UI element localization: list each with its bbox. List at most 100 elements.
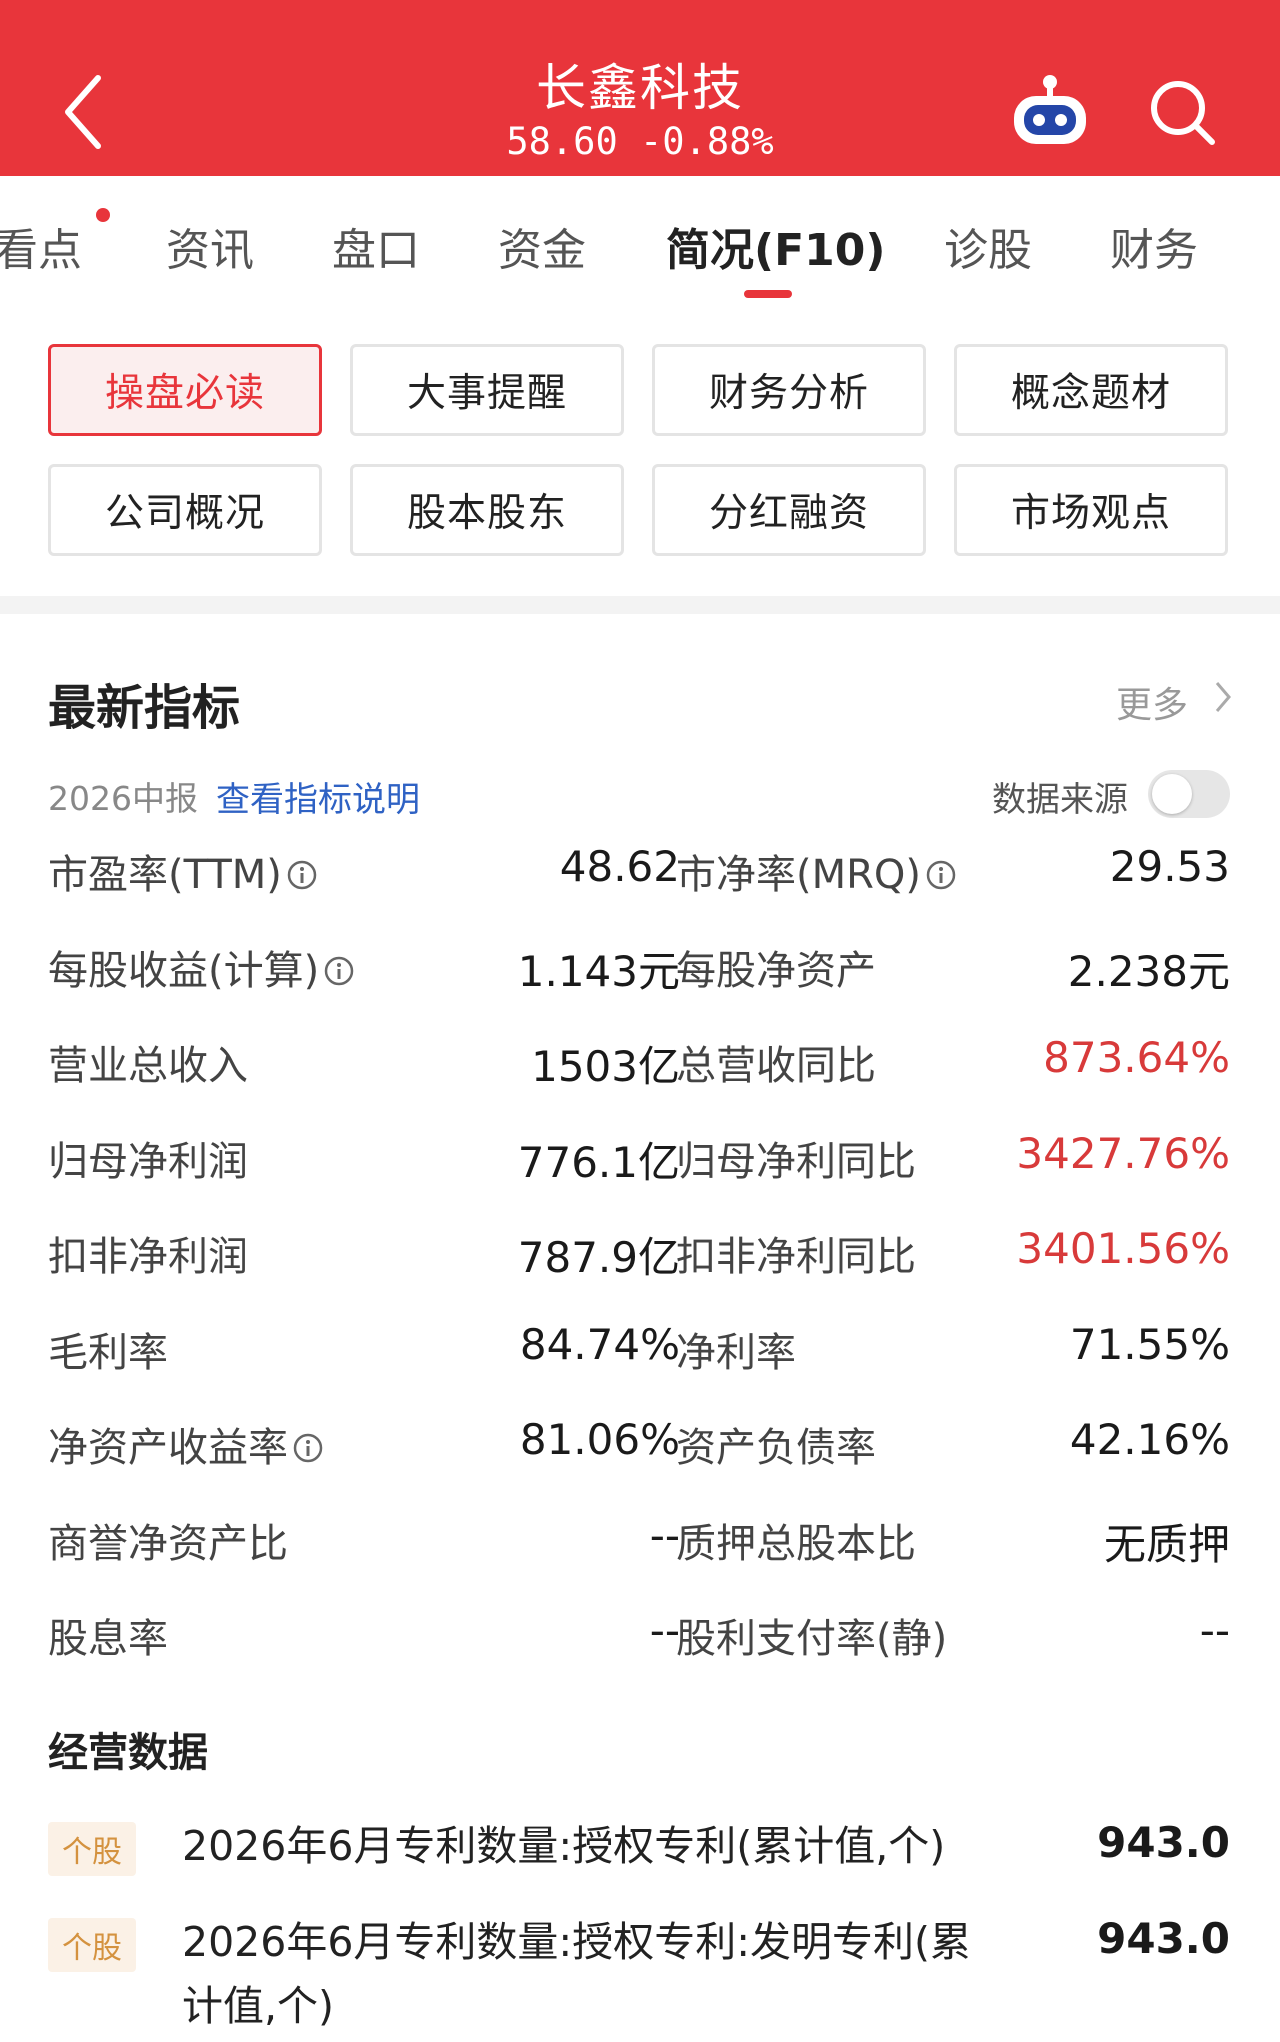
indicator-explanation-link[interactable]: 查看指标说明	[216, 772, 420, 821]
indicator-label-text: 商誉净资产比	[48, 1520, 288, 1567]
unread-dot	[96, 208, 110, 222]
indicator-label: 商誉净资产比	[48, 1511, 288, 1569]
indicator-row: 归母净利润 776.1亿 归母净利同比 3427.76%	[0, 1129, 1280, 1199]
indicator-value: 81.06%	[519, 1415, 680, 1464]
indicator-label: 质押总股本比	[676, 1511, 916, 1569]
indicator-label: 毛利率	[48, 1320, 168, 1378]
tab-highlights[interactable]: 看点	[0, 214, 82, 278]
data-source-label: 数据来源	[992, 780, 1128, 820]
indicator-label-text: 净资产收益率	[48, 1425, 288, 1471]
tab-diagnosis[interactable]: 诊股	[944, 214, 1032, 278]
tab-financials[interactable]: 财务	[1110, 214, 1198, 278]
report-period: 2026中报	[48, 779, 198, 818]
toggle-knob	[1152, 774, 1192, 814]
shortcut-trading-essentials[interactable]: 操盘必读	[48, 344, 322, 436]
tab-bar: 看点 资讯 盘口 资金 简况(F10) 诊股 财务	[0, 176, 1280, 310]
shortcut-company-overview[interactable]: 公司概况	[48, 464, 322, 556]
tab-order-book[interactable]: 盘口	[332, 214, 420, 278]
indicator-row: 市盈率(TTM) 48.62 市净率(MRQ) 29.53	[0, 842, 1280, 912]
operation-description: 2026年6月专利数量:授权专利:发明专利(累计值,个)	[182, 1918, 972, 2030]
indicator-row: 商誉净资产比 -- 质押总股本比 无质押	[0, 1511, 1280, 1581]
tab-news[interactable]: 资讯	[166, 214, 254, 278]
indicator-label-text: 资产负债率	[676, 1425, 876, 1471]
indicator-value: 873.64%	[1043, 1033, 1230, 1082]
indicator-value: 2.238元	[1067, 946, 1230, 996]
indicator-row: 股息率 -- 股利支付率(静) --	[0, 1606, 1280, 1676]
indicator-value: 42.16%	[1069, 1415, 1230, 1464]
indicator-label-text: 毛利率	[48, 1329, 168, 1376]
shortcut-market-views[interactable]: 市场观点	[954, 464, 1228, 556]
info-icon[interactable]	[286, 855, 318, 890]
section-divider	[0, 596, 1280, 614]
indicator-label-text: 质押总股本比	[676, 1520, 916, 1567]
stock-tag: 个股	[48, 1918, 136, 1972]
indicator-label: 市盈率(TTM)	[48, 842, 318, 900]
indicator-label: 净资产收益率	[48, 1415, 324, 1473]
indicator-value: 776.1亿	[517, 1137, 680, 1187]
active-tab-indicator	[744, 290, 792, 298]
indicator-value: 3401.56%	[1016, 1224, 1230, 1273]
section-title-operations: 经营数据	[48, 1730, 208, 1776]
shortcut-shareholders[interactable]: 股本股东	[350, 464, 624, 556]
shortcut-event-reminders[interactable]: 大事提醒	[350, 344, 624, 436]
info-icon[interactable]	[323, 951, 355, 985]
indicator-value: 787.9亿	[517, 1233, 680, 1282]
data-source-toggle[interactable]	[1148, 770, 1230, 818]
indicator-value: 71.55%	[1069, 1319, 1230, 1369]
robot-assistant-icon[interactable]	[1008, 72, 1092, 148]
app-header: 长鑫科技 58.60 -0.88%	[0, 0, 1280, 176]
indicator-label: 扣非净利润	[48, 1224, 248, 1282]
indicator-label-text: 扣非净利同比	[676, 1234, 916, 1280]
indicator-label-text: 归母净利同比	[676, 1138, 916, 1185]
indicator-value: 1.143元	[517, 946, 680, 996]
indicator-label: 总营收同比	[676, 1033, 876, 1091]
indicator-label: 资产负债率	[676, 1415, 876, 1473]
indicator-label: 每股收益(计算)	[48, 938, 355, 996]
indicator-label-text: 市盈率(TTM)	[48, 852, 282, 898]
indicator-label: 股利支付率(静)	[676, 1606, 947, 1664]
indicator-label-text: 净利率	[676, 1329, 796, 1376]
shortcut-concepts[interactable]: 概念题材	[954, 344, 1228, 436]
operation-description: 2026年6月专利数量:授权专利(累计值,个)	[182, 1822, 946, 1870]
indicator-row: 净资产收益率 81.06% 资产负债率 42.16%	[0, 1415, 1280, 1485]
section-title-indicators: 最新指标	[48, 680, 241, 736]
indicator-value: 无质押	[1103, 1519, 1230, 1569]
indicator-value: 3427.76%	[1016, 1128, 1230, 1178]
operation-value: 943.0	[1097, 1914, 1230, 1963]
indicator-label: 市净率(MRQ)	[676, 842, 957, 900]
indicator-label-text: 每股收益(计算)	[48, 947, 320, 994]
indicator-label-text: 营业总收入	[48, 1043, 248, 1089]
indicator-label: 归母净利同比	[676, 1129, 916, 1187]
stock-tag: 个股	[48, 1822, 136, 1876]
chevron-right-icon[interactable]	[1212, 678, 1234, 716]
indicator-row: 每股收益(计算) 1.143元 每股净资产 2.238元	[0, 938, 1280, 1008]
tab-profile-f10[interactable]: 简况(F10)	[666, 214, 886, 278]
indicator-value: 1503亿	[531, 1042, 680, 1091]
search-icon[interactable]	[1148, 78, 1218, 148]
indicator-label: 归母净利润	[48, 1129, 248, 1187]
operation-value: 943.0	[1097, 1818, 1230, 1867]
indicator-label-text: 股利支付率(静)	[676, 1616, 948, 1662]
indicator-label: 净利率	[676, 1320, 796, 1378]
indicator-label-text: 每股净资产	[676, 947, 876, 994]
tab-funds[interactable]: 资金	[498, 214, 586, 278]
indicator-label-text: 股息率	[48, 1616, 168, 1662]
more-link[interactable]: 更多	[1116, 676, 1188, 728]
info-icon[interactable]	[292, 1428, 324, 1463]
shortcut-financial-analysis[interactable]: 财务分析	[652, 344, 926, 436]
indicator-value: 48.62	[559, 842, 680, 891]
indicator-label-text: 市净率(MRQ)	[676, 852, 921, 898]
indicator-label: 每股净资产	[676, 938, 876, 996]
info-icon[interactable]	[925, 855, 957, 890]
indicator-value: 29.53	[1109, 842, 1230, 891]
indicator-label-text: 扣非净利润	[48, 1234, 248, 1280]
indicator-value: --	[1199, 1606, 1230, 1655]
shortcut-dividends-financing[interactable]: 分红融资	[652, 464, 926, 556]
indicator-label-text: 总营收同比	[676, 1043, 876, 1089]
indicator-row: 毛利率 84.74% 净利率 71.55%	[0, 1320, 1280, 1390]
indicator-value: 84.74%	[519, 1319, 680, 1369]
indicator-label-text: 归母净利润	[48, 1138, 248, 1185]
indicator-label: 营业总收入	[48, 1033, 248, 1091]
indicator-label: 扣非净利同比	[676, 1224, 916, 1282]
indicator-label: 股息率	[48, 1606, 168, 1664]
